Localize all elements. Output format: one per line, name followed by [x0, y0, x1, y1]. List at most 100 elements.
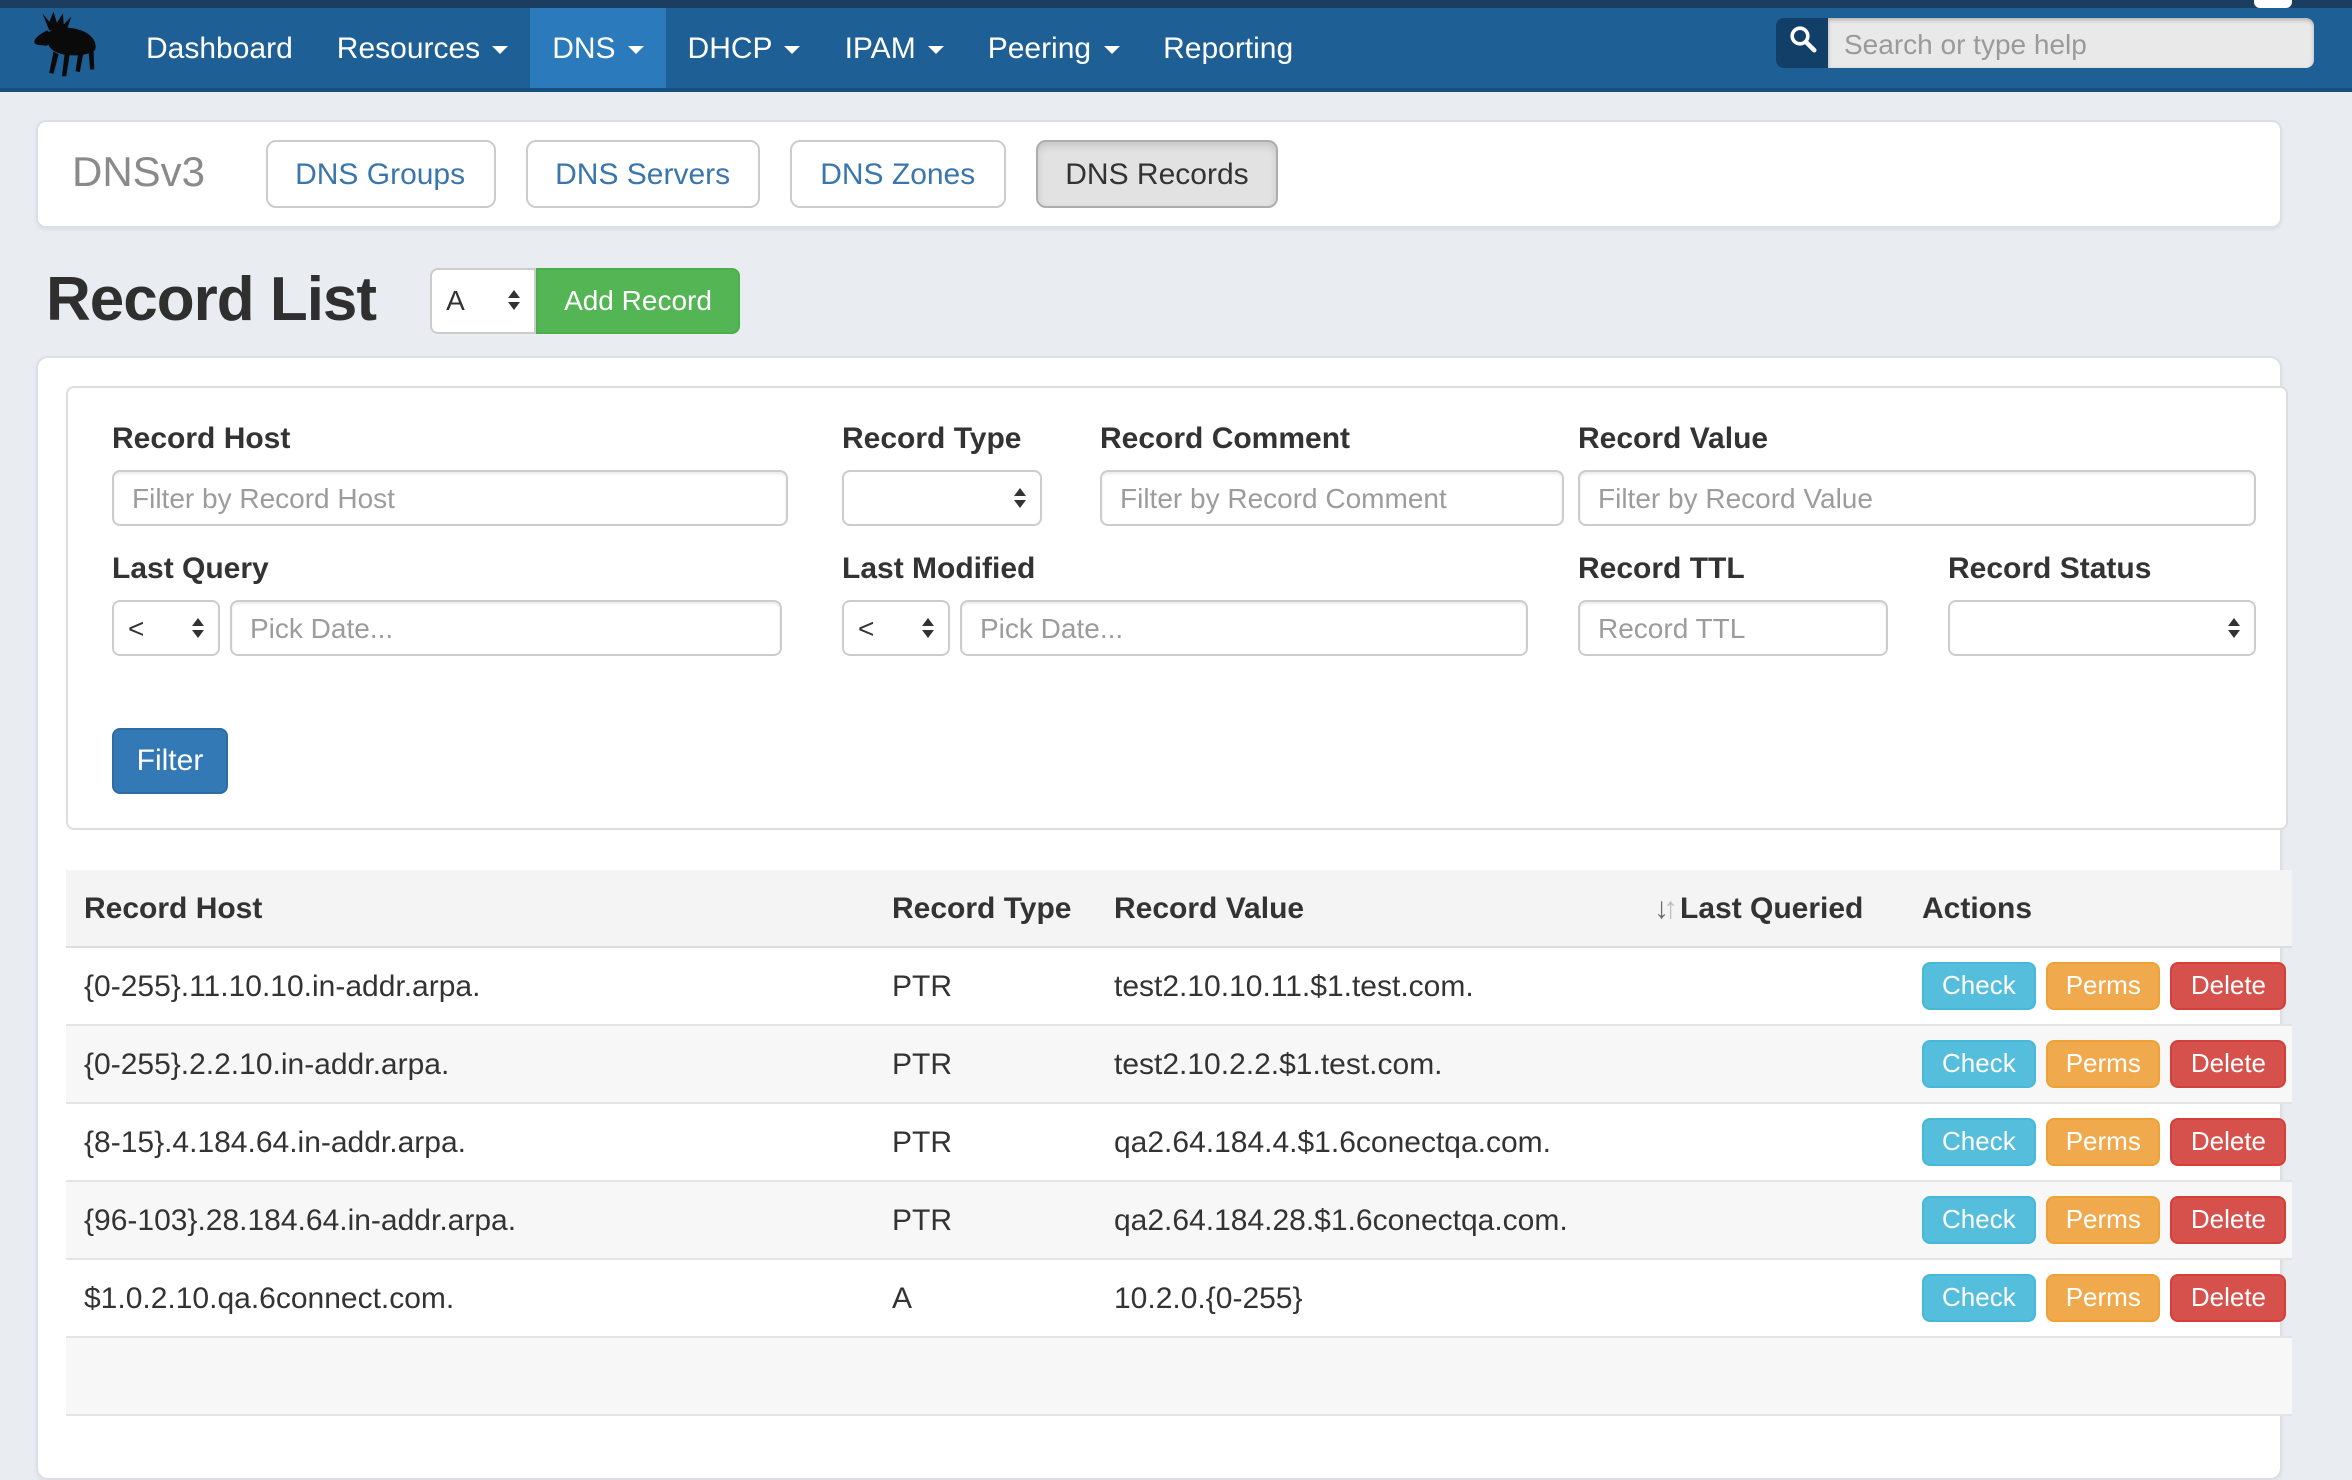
cell-record-type — [890, 1337, 1112, 1415]
check-button[interactable]: Check — [1922, 962, 2036, 1010]
search-button[interactable] — [1776, 18, 1828, 68]
perms-button[interactable]: Perms — [2046, 1274, 2161, 1322]
table-row: {0-255}.2.2.10.in-addr.arpa.PTRtest2.10.… — [66, 1025, 2292, 1103]
col-actions: Actions — [1920, 870, 2292, 947]
record-list-toolbar: Record List A Add Record — [36, 252, 2278, 348]
filter-record-ttl-input[interactable] — [1578, 600, 1888, 656]
cell-record-type: PTR — [890, 1025, 1112, 1103]
check-button[interactable]: Check — [1922, 1274, 2036, 1322]
filter-record-comment-label: Record Comment — [1100, 422, 1564, 456]
cell-record-host: {0-255}.11.10.10.in-addr.arpa. — [66, 947, 890, 1025]
select-arrows-icon — [2228, 618, 2240, 638]
check-button[interactable]: Check — [1922, 1040, 2036, 1088]
filter-record-status-select[interactable] — [1948, 600, 2256, 656]
select-arrows-icon — [1014, 488, 1026, 508]
cell-record-type: PTR — [890, 1103, 1112, 1181]
filter-record-comment-input[interactable] — [1100, 470, 1564, 526]
perms-button[interactable]: Perms — [2046, 1196, 2161, 1244]
cell-record-type: PTR — [890, 1181, 1112, 1259]
col-last-queried[interactable]: ↓↑Last Queried — [1652, 870, 1920, 947]
delete-button[interactable]: Delete — [2171, 1118, 2286, 1166]
cell-record-type: PTR — [890, 947, 1112, 1025]
tab-dns-zones[interactable]: DNS Zones — [790, 140, 1005, 208]
last-query-operator-value: < — [128, 612, 144, 644]
filter-record-ttl-label: Record TTL — [1578, 552, 1888, 586]
record-table: Record Host Record Type Record Value ↓↑L… — [66, 870, 2292, 1416]
filter-record-status-label: Record Status — [1948, 552, 2256, 586]
filter-record-value-label: Record Value — [1578, 422, 2256, 456]
row-action-buttons: CheckPermsDelete — [1922, 962, 2290, 1010]
filter-panel: Record Host Record Type Record Comment R… — [66, 386, 2288, 830]
filter-record-value-input[interactable] — [1578, 470, 2256, 526]
delete-button[interactable]: Delete — [2171, 962, 2286, 1010]
row-action-buttons: CheckPermsDelete — [1922, 1274, 2290, 1322]
filter-button[interactable]: Filter — [112, 728, 228, 794]
perms-button[interactable]: Perms — [2046, 962, 2161, 1010]
cell-last-queried — [1652, 947, 1920, 1025]
moose-icon — [24, 9, 100, 87]
cell-record-value: qa2.64.184.4.$1.6conectqa.com. — [1112, 1103, 1652, 1181]
chevron-down-icon — [492, 46, 508, 54]
sort-arrows-icon: ↓↑ — [1654, 891, 1672, 925]
search-input[interactable] — [1828, 18, 2314, 68]
cell-actions: CheckPermsDelete — [1920, 1103, 2292, 1181]
last-query-operator-select[interactable]: < — [112, 600, 220, 656]
check-button[interactable]: Check — [1922, 1196, 2036, 1244]
cell-actions: CheckPermsDelete — [1920, 947, 2292, 1025]
table-row: {8-15}.4.184.64.in-addr.arpa.PTRqa2.64.1… — [66, 1103, 2292, 1181]
nav-item-ipam[interactable]: IPAM — [823, 8, 966, 88]
nav-item-label: IPAM — [845, 31, 916, 65]
page-title: Record List — [46, 264, 376, 336]
cell-record-host — [66, 1337, 890, 1415]
cell-last-queried — [1652, 1025, 1920, 1103]
col-record-type[interactable]: Record Type — [890, 870, 1112, 947]
last-query-date-input[interactable] — [230, 600, 782, 656]
check-button[interactable]: Check — [1922, 1118, 2036, 1166]
record-type-add-select[interactable]: A — [430, 267, 536, 333]
table-row: {0-255}.11.10.10.in-addr.arpa.PTRtest2.1… — [66, 947, 2292, 1025]
dnsv3-label: DNSv3 — [72, 150, 205, 198]
delete-button[interactable]: Delete — [2171, 1196, 2286, 1244]
col-record-value[interactable]: Record Value — [1112, 870, 1652, 947]
col-record-host[interactable]: Record Host — [66, 870, 890, 947]
top-strip — [0, 0, 2352, 8]
perms-button[interactable]: Perms — [2046, 1118, 2161, 1166]
filter-last-modified-label: Last Modified — [842, 552, 1532, 586]
tab-dns-groups[interactable]: DNS Groups — [265, 140, 495, 208]
select-arrows-icon — [508, 290, 520, 310]
table-header-row: Record Host Record Type Record Value ↓↑L… — [66, 870, 2292, 947]
chevron-down-icon — [928, 46, 944, 54]
perms-button[interactable]: Perms — [2046, 1040, 2161, 1088]
filter-record-host-input[interactable] — [112, 470, 788, 526]
nav-item-dashboard[interactable]: Dashboard — [124, 8, 315, 88]
filter-record-type-select[interactable] — [842, 470, 1042, 526]
cell-last-queried — [1652, 1337, 1920, 1415]
cell-record-value: test2.10.10.11.$1.test.com. — [1112, 947, 1652, 1025]
nav-item-label: Resources — [337, 31, 480, 65]
delete-button[interactable]: Delete — [2171, 1040, 2286, 1088]
tab-dns-records[interactable]: DNS Records — [1035, 140, 1278, 208]
nav-item-dhcp[interactable]: DHCP — [666, 8, 823, 88]
cell-record-host: {8-15}.4.184.64.in-addr.arpa. — [66, 1103, 890, 1181]
cell-record-value: test2.10.2.2.$1.test.com. — [1112, 1025, 1652, 1103]
cell-record-host: {0-255}.2.2.10.in-addr.arpa. — [66, 1025, 890, 1103]
nav-item-reporting[interactable]: Reporting — [1141, 8, 1315, 88]
nav-item-resources[interactable]: Resources — [315, 8, 530, 88]
select-arrows-icon — [192, 618, 204, 638]
add-record-button[interactable]: Add Record — [536, 267, 740, 333]
brand-logo[interactable] — [0, 8, 124, 88]
cell-record-value: qa2.64.184.28.$1.6conectqa.com. — [1112, 1181, 1652, 1259]
provision-dns-page: Dashboard Resources DNSDHCP IPAM PeeringRepo… — [0, 0, 2352, 1336]
content-card: Record Host Record Type Record Comment R… — [36, 356, 2282, 1480]
cell-last-queried — [1652, 1181, 1920, 1259]
last-modified-date-input[interactable] — [960, 600, 1528, 656]
select-arrows-icon — [922, 618, 934, 638]
cell-record-host: {96-103}.28.184.64.in-addr.arpa. — [66, 1181, 890, 1259]
delete-button[interactable]: Delete — [2171, 1274, 2286, 1322]
nav-item-peering[interactable]: Peering — [966, 8, 1141, 88]
dns-section-tabs: DNS Groups DNS Servers DNS Zones DNS Record… — [265, 140, 1279, 208]
last-modified-operator-select[interactable]: < — [842, 600, 950, 656]
cell-actions: CheckPermsDelete — [1920, 1181, 2292, 1259]
nav-item-dns[interactable]: DNS — [530, 8, 665, 88]
tab-dns-servers[interactable]: DNS Servers — [525, 140, 760, 208]
